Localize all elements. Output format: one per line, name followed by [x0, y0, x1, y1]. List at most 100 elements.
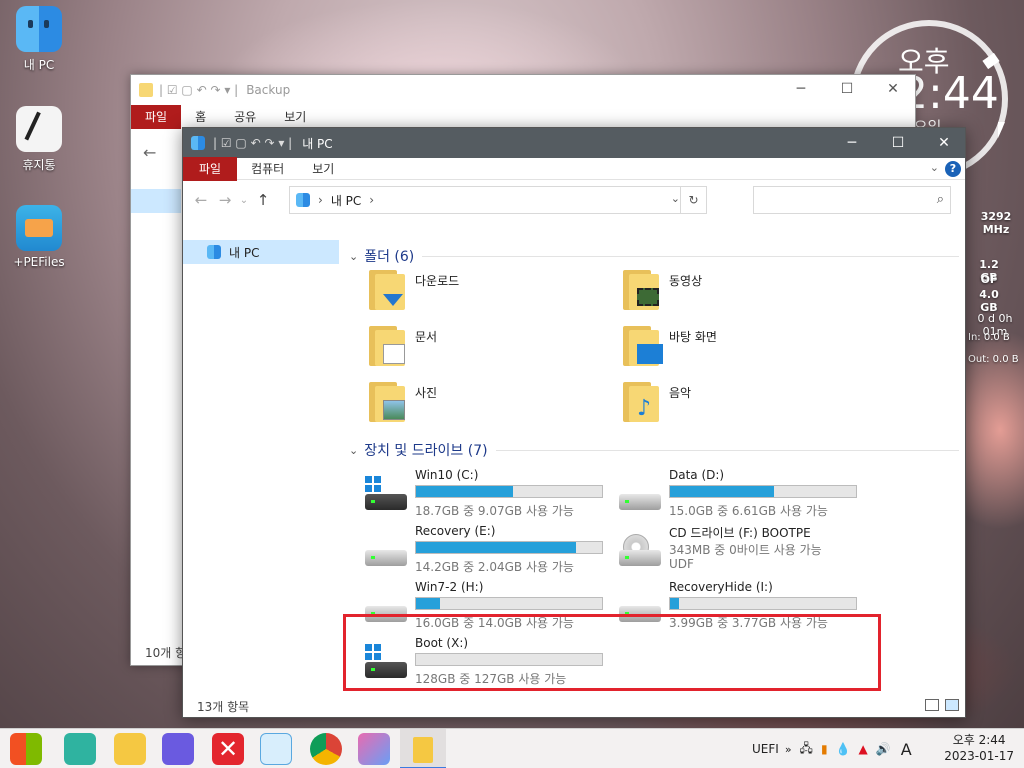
tab-share[interactable]: 공유 [220, 105, 270, 129]
back-arrow-icon[interactable]: ← [189, 191, 213, 209]
taskbar-clock[interactable]: 오후 2:44 2023-01-17 [944, 732, 1014, 764]
system-tray: UEFI » 🖧 ▮ 💧 ▲ 🔊 A [752, 729, 912, 768]
desktop-folder-icon [623, 326, 663, 366]
collapse-chevron-icon[interactable]: ⌄ [349, 250, 358, 263]
up-arrow-icon[interactable]: ↑ [251, 191, 275, 209]
drive-usage-bar [415, 597, 603, 610]
recent-dropdown-icon[interactable]: ⌄ [237, 195, 251, 206]
uefi-label: UEFI [752, 742, 779, 756]
tab-file[interactable]: 파일 [183, 156, 238, 181]
desktop-icon-label: 휴지통 [22, 158, 56, 172]
nav-item-selected[interactable] [131, 189, 181, 213]
taskbar-time: 오후 2:44 [952, 733, 1006, 747]
minimize-button[interactable]: ─ [791, 81, 811, 99]
details-view-icon[interactable] [925, 699, 939, 711]
folder-item[interactable]: ♪ 음악 [623, 378, 863, 428]
maximize-button[interactable]: ☐ [875, 128, 921, 158]
quick-access-toolbar[interactable]: | ☑ ▢ ↶ ↷ ▾ | [213, 136, 292, 150]
maximize-button[interactable]: ☐ [837, 81, 857, 99]
folder-item[interactable]: 다운로드 [369, 266, 609, 316]
folder-item[interactable]: 문서 [369, 322, 609, 372]
drive-usage-fill [670, 598, 680, 609]
drive-info: 14.2GB 중 2.04GB 사용 가능 [415, 560, 574, 574]
navigation-pane: 내 PC [183, 240, 339, 698]
folder-icon-active[interactable] [400, 729, 446, 768]
minimize-button[interactable]: ─ [829, 128, 875, 158]
drives-group-header[interactable]: ⌄ 장치 및 드라이브 (7) [349, 440, 959, 460]
breadcrumb-chevron-icon[interactable]: › [318, 193, 323, 207]
mountain-icon[interactable]: ▲ [859, 742, 868, 756]
close-button[interactable]: ✕ [921, 128, 967, 158]
finder-icon [16, 6, 62, 52]
start-icon[interactable] [10, 733, 42, 765]
folder-name: 사진 [415, 386, 438, 400]
search-icon: ⌕ [936, 192, 944, 207]
address-bar[interactable]: › 내 PC › ⌄ ↻ [289, 186, 707, 214]
folder-item[interactable]: 사진 [369, 378, 609, 428]
tab-view[interactable]: 보기 [270, 105, 320, 129]
item-count: 13개 항목 [197, 699, 250, 714]
breadcrumb-chevron-icon[interactable]: › [369, 193, 374, 207]
folders-group-header[interactable]: ⌄ 폴더 (6) [349, 246, 959, 266]
status-bar: 13개 항목 [183, 695, 965, 717]
quick-access-toolbar[interactable]: | ☑ ▢ ↶ ↷ ▾ | [159, 83, 238, 97]
ribbon-expand-icon[interactable]: ⌄ [930, 161, 939, 174]
desktop-icon-label: 내 PC [23, 58, 55, 72]
refresh-icon[interactable]: ↻ [680, 187, 706, 213]
music-folder-icon: ♪ [623, 382, 659, 422]
title-bar: | ☑ ▢ ↶ ↷ ▾ | Backup ─ ☐ ✕ [131, 75, 915, 105]
cd-drive-icon [617, 532, 663, 568]
drive-usage-bar [415, 541, 603, 554]
address-dropdown-icon[interactable]: ⌄ [671, 192, 680, 205]
tab-file[interactable]: 파일 [131, 105, 182, 129]
help-icon[interactable]: ? [945, 161, 961, 177]
collapse-chevron-icon[interactable]: ⌄ [349, 444, 358, 457]
close-button[interactable]: ✕ [883, 81, 903, 99]
title-bar: | ☑ ▢ ↶ ↷ ▾ | 내 PC ─ ☐ ✕ [183, 128, 965, 158]
drive-name: RecoveryHide (I:) [669, 580, 773, 594]
finder-icon [191, 136, 205, 150]
ime-indicator[interactable]: A [901, 740, 912, 759]
folder-item[interactable]: 바탕 화면 [623, 322, 863, 372]
drive-filesystem: UDF [669, 557, 694, 571]
drive-item[interactable]: Win10 (C:) 18.7GB 중 9.07GB 사용 가능 [363, 468, 613, 522]
breadcrumb-my-pc[interactable]: 내 PC [331, 192, 361, 209]
drop-icon[interactable]: 💧 [836, 742, 851, 756]
settings-icon[interactable] [162, 733, 194, 765]
forward-arrow-icon[interactable]: → [213, 191, 237, 209]
window-title: Backup [246, 83, 291, 97]
volume-icon[interactable]: 🔊 [876, 742, 891, 756]
search-input[interactable]: ⌕ [753, 186, 951, 214]
folder-item[interactable]: 동영상 [623, 266, 863, 316]
drive-name: Recovery (E:) [415, 524, 496, 538]
usb-icon[interactable]: ▮ [821, 742, 828, 756]
tab-computer[interactable]: 컴퓨터 [237, 157, 298, 181]
close-app-icon[interactable]: ✕ [212, 733, 244, 765]
folder-icon [139, 83, 153, 97]
tab-home[interactable]: 홈 [181, 105, 220, 129]
tray-overflow-icon[interactable]: » [785, 743, 792, 756]
photos-icon[interactable] [358, 733, 390, 765]
desktop-icon-recycle-bin[interactable]: 휴지통 [8, 106, 70, 173]
nav-item-my-pc[interactable]: 내 PC [183, 240, 339, 264]
drive-item[interactable]: Recovery (E:) 14.2GB 중 2.04GB 사용 가능 [363, 524, 613, 578]
cpu-speed: 3292 MHz [980, 210, 1012, 236]
calculator-icon[interactable] [260, 733, 292, 765]
tab-view[interactable]: 보기 [298, 157, 348, 181]
hard-drive-icon [363, 532, 409, 568]
recycle-bin-icon [16, 106, 62, 152]
desktop-icon-pefiles[interactable]: +PEFiles [8, 205, 70, 269]
back-arrow-icon[interactable]: ← [143, 143, 156, 162]
highlight-box [343, 614, 881, 691]
large-icons-view-icon[interactable] [945, 699, 959, 711]
chrome-icon[interactable] [310, 733, 342, 765]
taskbar-date: 2023-01-17 [944, 749, 1014, 763]
desktop-icon-my-pc[interactable]: 내 PC [8, 6, 70, 73]
monitor-icon[interactable] [64, 733, 96, 765]
net-out: Out: 0.0 B [968, 354, 1019, 365]
drive-item[interactable]: Data (D:) 15.0GB 중 6.61GB 사용 가능 [617, 468, 867, 522]
file-explorer-icon[interactable] [114, 733, 146, 765]
drive-item[interactable]: CD 드라이브 (F:) BOOTPE 343MB 중 0바이트 사용 가능 U… [617, 524, 867, 578]
drive-info: 343MB 중 0바이트 사용 가능 [669, 543, 822, 557]
network-icon[interactable]: 🖧 [800, 739, 813, 760]
